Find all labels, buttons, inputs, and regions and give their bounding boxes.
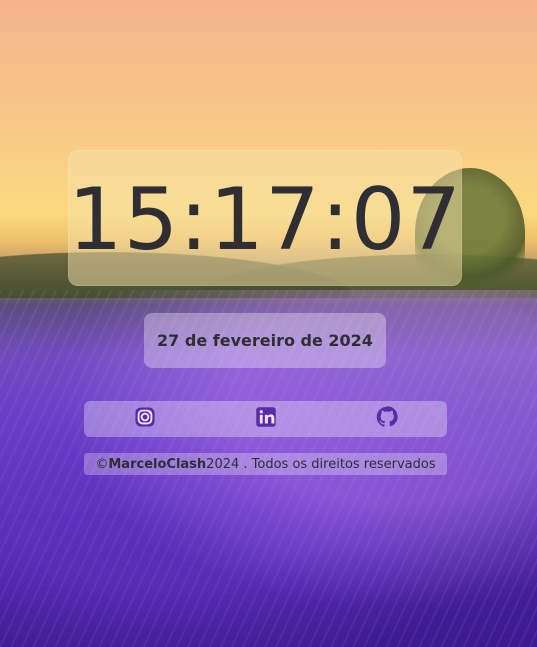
copyright-symbol: © (95, 456, 109, 472)
digital-clock: 15:17:07 (68, 150, 462, 286)
instagram-icon (132, 404, 158, 434)
footer-brand: MarceloClash (108, 456, 207, 472)
linkedin-link[interactable] (252, 405, 280, 433)
clock-time: 15:17:07 (67, 170, 463, 270)
date-text: 27 de fevereiro de 2024 (157, 331, 373, 350)
github-icon (374, 404, 400, 434)
instagram-link[interactable] (131, 405, 159, 433)
footer-rights-text: 2024 . Todos os direitos reservados (206, 456, 436, 472)
github-link[interactable] (373, 405, 401, 433)
social-links-bar (84, 401, 447, 437)
date-panel: 27 de fevereiro de 2024 (144, 313, 386, 368)
linkedin-icon (253, 404, 279, 434)
copyright-footer: © MarceloClash 2024 . Todos os direitos … (84, 453, 447, 475)
